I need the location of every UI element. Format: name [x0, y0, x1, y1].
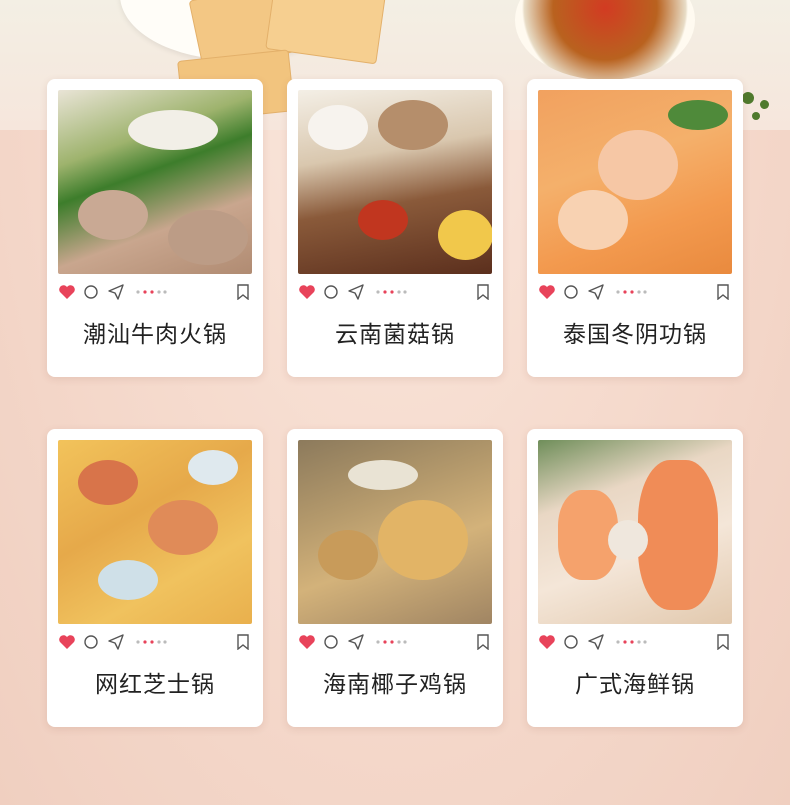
share-icon[interactable] — [108, 634, 124, 650]
comment-icon[interactable] — [323, 634, 339, 650]
card-tom-yum-hotpot[interactable]: 泰国冬阴功锅 — [527, 79, 743, 377]
card-title: 云南菌菇锅 — [335, 322, 455, 348]
card-action-bar — [538, 634, 732, 652]
bookmark-icon[interactable] — [476, 284, 490, 300]
share-icon[interactable] — [348, 634, 364, 650]
carousel-dots-icon — [376, 290, 407, 294]
carousel-dots-icon — [136, 290, 167, 294]
comment-icon[interactable] — [563, 634, 579, 650]
cheese-hotpot-photo — [58, 440, 252, 624]
seafood-hotpot-photo — [538, 440, 732, 624]
card-mushroom-hotpot[interactable]: 云南菌菇锅 — [287, 79, 503, 377]
pepper-leaf-decoration — [752, 112, 760, 120]
comment-icon[interactable] — [563, 284, 579, 300]
heart-icon[interactable] — [538, 634, 556, 650]
card-title: 网红芝士锅 — [95, 672, 215, 698]
comment-icon[interactable] — [323, 284, 339, 300]
heart-icon[interactable] — [58, 284, 76, 300]
carousel-dots-icon — [616, 640, 647, 644]
card-action-bar — [58, 634, 252, 652]
share-icon[interactable] — [588, 634, 604, 650]
card-action-bar — [538, 284, 732, 302]
mushroom-hotpot-photo — [298, 90, 492, 274]
heart-icon[interactable] — [58, 634, 76, 650]
heart-icon[interactable] — [298, 634, 316, 650]
share-icon[interactable] — [348, 284, 364, 300]
card-title: 潮汕牛肉火锅 — [83, 322, 227, 348]
pepper-leaf-decoration — [760, 100, 769, 109]
share-icon[interactable] — [108, 284, 124, 300]
heart-icon[interactable] — [298, 284, 316, 300]
tom-yum-hotpot-photo — [538, 90, 732, 274]
bookmark-icon[interactable] — [716, 634, 730, 650]
share-icon[interactable] — [588, 284, 604, 300]
card-beef-hotpot[interactable]: 潮汕牛肉火锅 — [47, 79, 263, 377]
pepper-leaf-decoration — [742, 92, 754, 104]
carousel-dots-icon — [376, 640, 407, 644]
card-seafood-hotpot[interactable]: 广式海鲜锅 — [527, 429, 743, 727]
bookmark-icon[interactable] — [236, 284, 250, 300]
card-title: 广式海鲜锅 — [575, 672, 695, 698]
card-title: 海南椰子鸡锅 — [323, 672, 467, 698]
coconut-chicken-hotpot-photo — [298, 440, 492, 624]
carousel-dots-icon — [136, 640, 167, 644]
bookmark-icon[interactable] — [476, 634, 490, 650]
card-action-bar — [298, 284, 492, 302]
bookmark-icon[interactable] — [716, 284, 730, 300]
card-action-bar — [58, 284, 252, 302]
card-coconut-chicken-hotpot[interactable]: 海南椰子鸡锅 — [287, 429, 503, 727]
comment-icon[interactable] — [83, 634, 99, 650]
card-action-bar — [298, 634, 492, 652]
heart-icon[interactable] — [538, 284, 556, 300]
beef-hotpot-photo — [58, 90, 252, 274]
carousel-dots-icon — [616, 290, 647, 294]
bookmark-icon[interactable] — [236, 634, 250, 650]
chili-sauce-bowl-decoration — [515, 0, 695, 80]
card-cheese-hotpot[interactable]: 网红芝士锅 — [47, 429, 263, 727]
comment-icon[interactable] — [83, 284, 99, 300]
card-title: 泰国冬阴功锅 — [563, 322, 707, 348]
